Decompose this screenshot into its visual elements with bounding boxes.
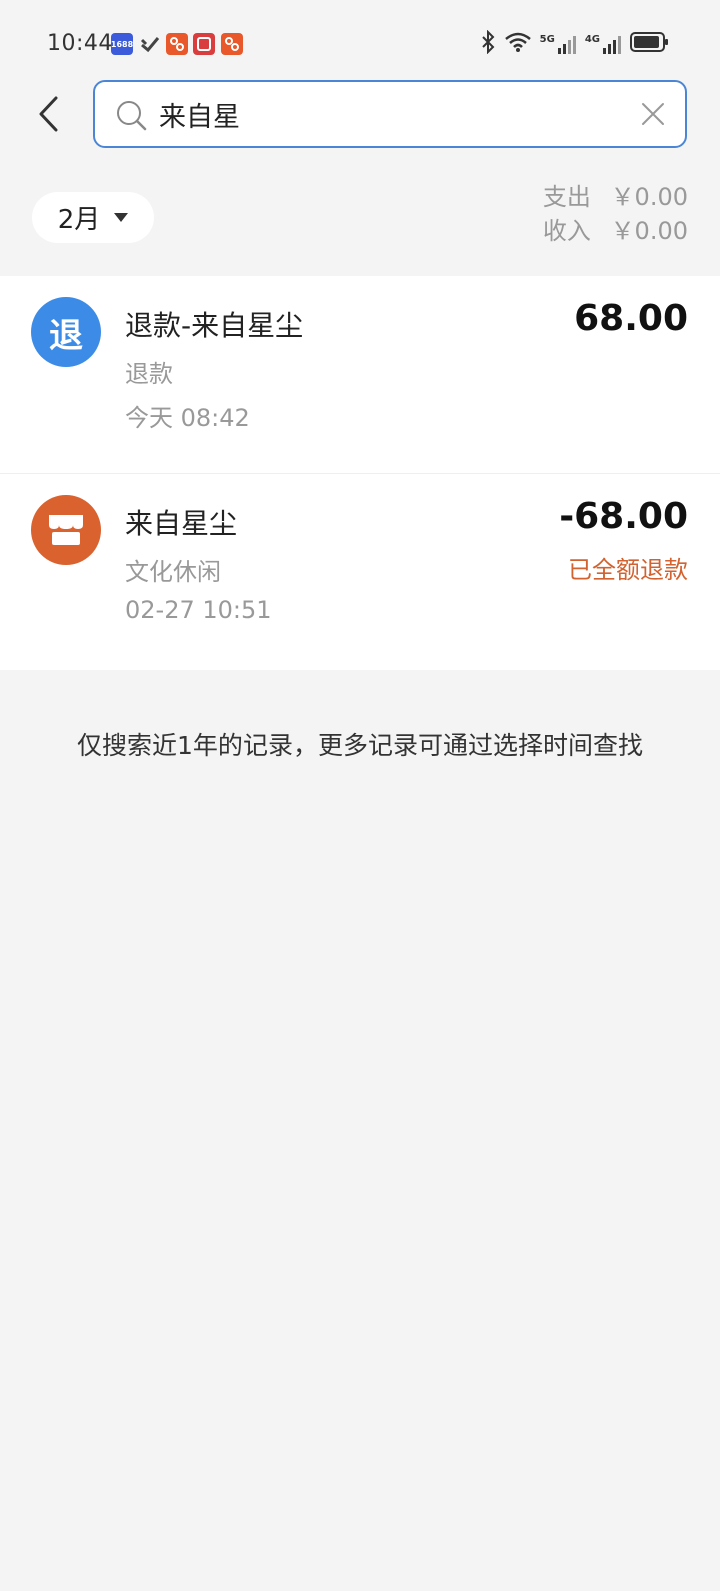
transaction-amount: -68.00	[559, 496, 688, 537]
income-label: 收入	[542, 217, 591, 245]
transaction-category: 退款	[125, 360, 173, 388]
transaction-time: 今天 08:42	[125, 404, 250, 432]
signal-4g-icon: 4G	[585, 34, 622, 54]
transaction-row[interactable]: 来自星尘 文化休闲 02-27 10:51 -68.00 已全额退款	[0, 473, 720, 670]
network-4g-label: 4G	[584, 34, 600, 45]
status-indicators: 5G 4G	[480, 29, 670, 58]
back-button[interactable]	[28, 92, 68, 136]
search-input[interactable]	[159, 92, 619, 136]
app-game-icon	[193, 33, 215, 55]
month-label: 2月	[57, 205, 101, 235]
chevron-left-icon	[39, 96, 58, 132]
app-shop2-icon	[221, 33, 243, 55]
status-bar: 10:44 1688 5G 4G	[0, 0, 720, 88]
bluetooth-icon	[480, 29, 496, 58]
transaction-title: 来自星尘	[125, 507, 238, 540]
store-icon	[31, 495, 101, 565]
transaction-amount: 68.00	[574, 298, 688, 339]
refund-status-badge: 已全额退款	[568, 556, 688, 584]
signal-5g-icon: 5G	[540, 34, 577, 54]
refund-icon-char: 退	[49, 315, 83, 356]
search-bar-row	[0, 80, 720, 150]
search-box[interactable]	[93, 80, 687, 148]
network-5g-label: 5G	[539, 34, 555, 45]
expense-line: 支出 ￥0.00	[543, 180, 688, 214]
close-icon[interactable]	[639, 100, 667, 128]
expense-label: 支出	[542, 183, 591, 211]
transaction-category: 文化休闲	[125, 558, 221, 586]
transaction-list: 退 退款-来自星尘 退款 今天 08:42 68.00 来自星尘 文化休闲 02…	[0, 276, 720, 670]
refund-icon: 退	[31, 297, 101, 367]
summary: 支出 ￥0.00 收入 ￥0.00	[543, 180, 688, 248]
month-selector[interactable]: 2月	[32, 192, 154, 243]
expense-value: ￥0.00	[610, 183, 688, 211]
app-check-icon	[139, 33, 161, 55]
income-value: ￥0.00	[610, 217, 688, 245]
transaction-title: 退款-来自星尘	[125, 309, 304, 342]
status-time: 10:44	[47, 31, 113, 56]
income-line: 收入 ￥0.00	[543, 214, 688, 248]
battery-icon	[630, 31, 670, 57]
search-icon	[117, 101, 147, 131]
filter-row: 2月 支出 ￥0.00 收入 ￥0.00	[0, 178, 720, 258]
search-range-note: 仅搜索近1年的记录，更多记录可通过选择时间查找	[77, 731, 643, 760]
app-shop-icon	[166, 33, 188, 55]
transaction-row[interactable]: 退 退款-来自星尘 退款 今天 08:42 68.00	[0, 276, 720, 473]
wifi-icon	[504, 31, 532, 57]
transaction-time: 02-27 10:51	[125, 596, 272, 624]
caret-down-icon	[114, 213, 129, 222]
app-1688-icon: 1688	[111, 33, 133, 55]
